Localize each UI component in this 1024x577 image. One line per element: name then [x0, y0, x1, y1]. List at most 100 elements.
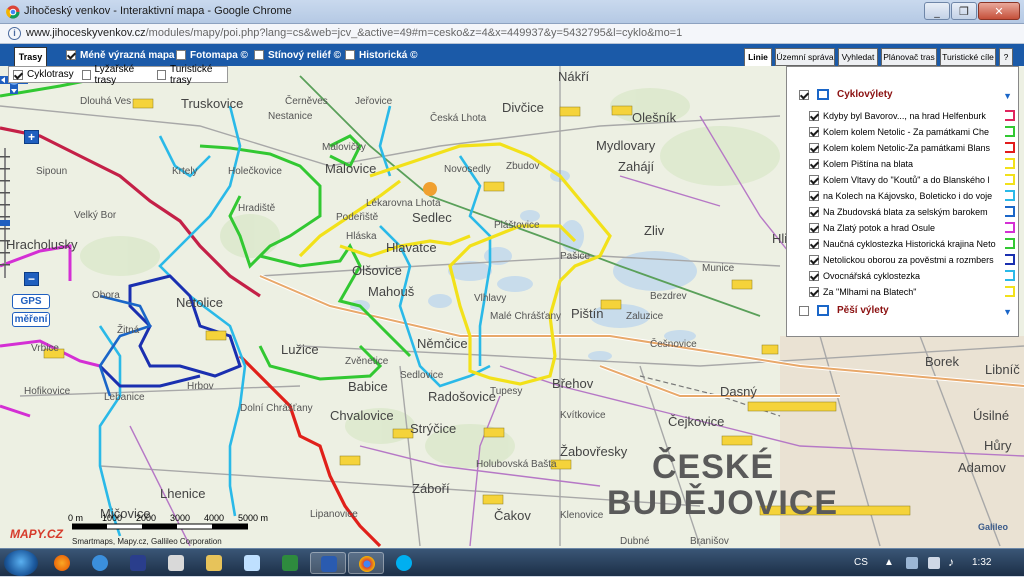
zoom-slider[interactable] — [0, 148, 10, 278]
checkbox-icon[interactable] — [809, 286, 819, 297]
cat-lyzarske[interactable]: Lyžařské trasy — [81, 64, 149, 86]
taskbar-notepad[interactable] — [234, 552, 270, 574]
url-text[interactable]: www.jihoceskyvenkov.cz/modules/mapy/poi.… — [26, 27, 682, 39]
taskbar-chrome[interactable] — [348, 552, 384, 574]
place-label: Čejkovice — [668, 414, 725, 429]
minimize-button[interactable]: _ — [924, 2, 950, 20]
place-label: Bezdrev — [650, 291, 687, 302]
map-copyright[interactable]: Smartmaps, Mapy.cz, Gallileo Corporation — [72, 537, 222, 546]
place-label: Sedlovice — [400, 370, 444, 381]
place-label: Dasný — [720, 384, 757, 399]
route-item[interactable]: Za "Mlhami na Blatech" — [809, 284, 1015, 299]
excel-icon — [282, 555, 298, 571]
taskbar-save[interactable] — [120, 552, 156, 574]
checkbox-icon[interactable] — [809, 158, 819, 169]
tab-vyhledat[interactable]: Vyhledat — [838, 48, 878, 66]
route-item[interactable]: na Kolech na Kájovsko, Boleticko i do vo… — [809, 188, 1015, 203]
taskbar-ie[interactable] — [82, 552, 118, 574]
page-info-icon[interactable]: i — [8, 27, 21, 40]
tab-planovac-tras[interactable]: Plánovač tras — [881, 48, 937, 66]
checkbox-icon[interactable] — [809, 270, 819, 281]
place-label: Lipanovice — [310, 509, 358, 520]
route-item[interactable]: Ovocnářská cyklostezka — [809, 268, 1015, 283]
zoom-in-button[interactable]: + — [24, 130, 39, 144]
tab-help[interactable]: ? — [999, 48, 1013, 66]
tab-linie[interactable]: Linie — [744, 48, 772, 67]
route-item[interactable]: Kolem Pištína na blata — [809, 156, 1015, 171]
tab-turisticke-cile[interactable]: Turistické cíle — [940, 48, 996, 66]
route-item[interactable]: Kdyby byl Bavorov..., na hrad Helfenburk — [809, 108, 1015, 123]
zoom-out-button[interactable]: − — [24, 272, 39, 286]
volume-icon[interactable]: ♪ — [948, 555, 954, 569]
network-icon[interactable] — [906, 557, 918, 569]
place-label: Hůry — [984, 438, 1012, 453]
group-cyklovylety[interactable]: Cyklovýlety — [799, 89, 893, 100]
checkbox-icon[interactable] — [809, 238, 819, 249]
checkbox-icon[interactable] — [345, 50, 355, 60]
checkbox-icon[interactable] — [809, 222, 819, 233]
checkbox-icon[interactable] — [81, 69, 91, 80]
checkbox-icon[interactable] — [809, 174, 819, 185]
route-item[interactable]: Na Zlatý potok a hrad Osule — [809, 220, 1015, 235]
tray-arrow-icon[interactable]: ▲ — [884, 557, 894, 568]
route-item[interactable]: Kolem kolem Netolic - Za památkami Che — [809, 124, 1015, 139]
checkbox-icon[interactable] — [799, 89, 809, 100]
checkbox-icon[interactable] — [66, 50, 76, 60]
group-pesi-vylety[interactable]: Pěší výlety — [799, 305, 889, 316]
checkbox-icon[interactable] — [809, 142, 819, 153]
checkbox-icon[interactable] — [809, 254, 819, 265]
layer-historicka[interactable]: Historická © — [345, 47, 418, 63]
place-label: Obora — [92, 290, 120, 301]
clock[interactable]: 1:32 — [972, 557, 991, 568]
language-indicator[interactable]: CS — [854, 557, 868, 568]
checkbox-icon[interactable] — [809, 110, 819, 121]
taskbar-firefox[interactable] — [44, 552, 80, 574]
route-label: Kdyby byl Bavorov..., na hrad Helfenburk — [823, 110, 986, 121]
checkbox-icon[interactable] — [799, 305, 809, 316]
tab-uzemni-sprava[interactable]: Územní správa — [775, 48, 835, 66]
taskbar-excel[interactable] — [272, 552, 308, 574]
place-label: Borek — [925, 354, 959, 369]
route-item[interactable]: Kolem Vltavy do "Koutů" a do Blanského l — [809, 172, 1015, 187]
checkbox-icon[interactable] — [157, 69, 166, 80]
checkbox-icon[interactable] — [809, 126, 819, 137]
gps-button[interactable]: GPS — [12, 294, 50, 309]
maximize-button[interactable]: ❐ — [951, 2, 977, 20]
checkbox-icon[interactable] — [176, 50, 186, 60]
flag-icon[interactable] — [928, 557, 940, 569]
close-button[interactable]: ✕ — [978, 2, 1020, 20]
place-label: Olešník — [632, 110, 677, 125]
place-label: Nestanice — [268, 111, 313, 122]
cat-cyklotrasy[interactable]: Cyklotrasy — [13, 69, 74, 80]
taskbar-word[interactable] — [310, 552, 346, 574]
place-label: Malovice — [325, 161, 377, 176]
layer-stinovy-relief[interactable]: Stínový reliéf © — [254, 47, 341, 63]
place-label: Nákří — [558, 69, 590, 84]
place-label: Zvěnetice — [345, 356, 389, 367]
tab-trasy[interactable]: Trasy — [14, 47, 47, 67]
cat-turisticke[interactable]: Turistické trasy — [157, 64, 227, 86]
checkbox-icon[interactable] — [809, 190, 819, 201]
place-label: BUDĚJOVICE — [607, 484, 839, 522]
route-item[interactable]: Na Zbudovská blata za selským barokem — [809, 204, 1015, 219]
route-item[interactable]: Kolem kolem Netolic-Za památkami Blans — [809, 140, 1015, 155]
place-label: Jeřovice — [355, 96, 393, 107]
place-label: Zaluzice — [626, 311, 664, 322]
checkbox-icon[interactable] — [809, 206, 819, 217]
route-item[interactable]: Naučná cyklostezka Historická krajina Ne… — [809, 236, 1015, 251]
layer-fotomapa[interactable]: Fotomapa © — [176, 47, 248, 63]
taskbar-skype[interactable] — [386, 552, 422, 574]
start-button[interactable] — [4, 550, 38, 576]
place-label: Sedlec — [412, 210, 452, 225]
checkbox-icon[interactable] — [13, 69, 23, 80]
route-item[interactable]: Netolickou oborou za pověstmi a rozmbers — [809, 252, 1015, 267]
expand-arrow-icon[interactable]: ▼ — [1003, 91, 1012, 101]
taskbar-explorer[interactable] — [196, 552, 232, 574]
mapy-cz-logo[interactable]: MAPY.CZ — [10, 527, 63, 541]
address-bar[interactable]: i www.jihoceskyvenkov.cz/modules/mapy/po… — [0, 24, 1024, 44]
taskbar-media[interactable] — [158, 552, 194, 574]
expand-arrow-icon[interactable]: ▼ — [1003, 307, 1012, 317]
checkbox-icon[interactable] — [254, 50, 264, 60]
layer-mene-vyrazna[interactable]: Méně výrazná mapa — [66, 47, 175, 63]
mereni-button[interactable]: měření — [12, 312, 50, 327]
